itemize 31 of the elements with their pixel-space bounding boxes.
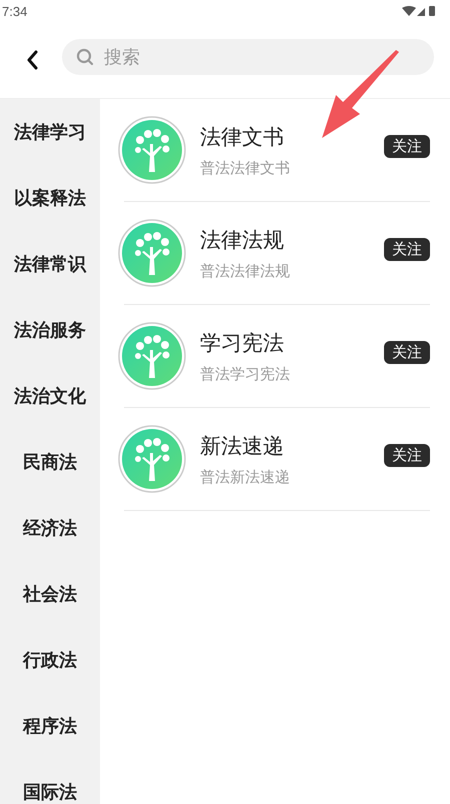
channel-subtitle: 普法学习宪法 — [200, 364, 291, 384]
channel-subtitle: 普法法律文书 — [200, 158, 291, 178]
search-field[interactable]: 搜索 — [62, 39, 434, 75]
tree-logo-icon — [118, 425, 186, 493]
channel-title: 新法速递 — [200, 432, 285, 460]
channel-title: 法律文书 — [200, 124, 285, 150]
sidebar-item[interactable]: 国际法 — [0, 759, 100, 804]
sidebar-item[interactable]: 程序法 — [0, 693, 100, 759]
status-icons-drawing — [402, 5, 436, 17]
sidebar-item[interactable]: 经济法 — [0, 495, 100, 561]
follow-button[interactable]: 关注 — [384, 340, 430, 364]
status-time: 7:34 — [2, 4, 28, 18]
channel-title: 法律法规 — [200, 226, 285, 254]
follow-button[interactable]: 关注 — [384, 238, 430, 260]
follow-button[interactable]: 关注 — [384, 444, 430, 466]
sidebar-item[interactable]: 民商法 — [0, 429, 100, 495]
channel-title: 学习宪法 — [200, 330, 285, 356]
follow-button[interactable]: 关注 — [384, 134, 430, 158]
sidebar-item[interactable]: 以案释法 — [0, 165, 100, 231]
channel-subtitle: 普法法律法规 — [200, 262, 291, 280]
tree-logo-icon — [118, 116, 186, 184]
sidebar-item[interactable]: 行政法 — [0, 627, 100, 693]
sidebar-item[interactable]: 社会法 — [0, 561, 100, 627]
sidebar-item[interactable]: 法治服务 — [0, 297, 100, 363]
tree-logo-icon — [118, 219, 186, 287]
sidebar-item[interactable]: 法治文化 — [0, 363, 100, 429]
channel-subtitle: 普法新法速递 — [200, 468, 291, 486]
back-icon — [26, 50, 38, 70]
tree-logo-icon — [118, 322, 186, 390]
sidebar-item[interactable]: 法律学习 — [0, 99, 100, 165]
sidebar-item[interactable]: 法律常识 — [0, 231, 100, 297]
